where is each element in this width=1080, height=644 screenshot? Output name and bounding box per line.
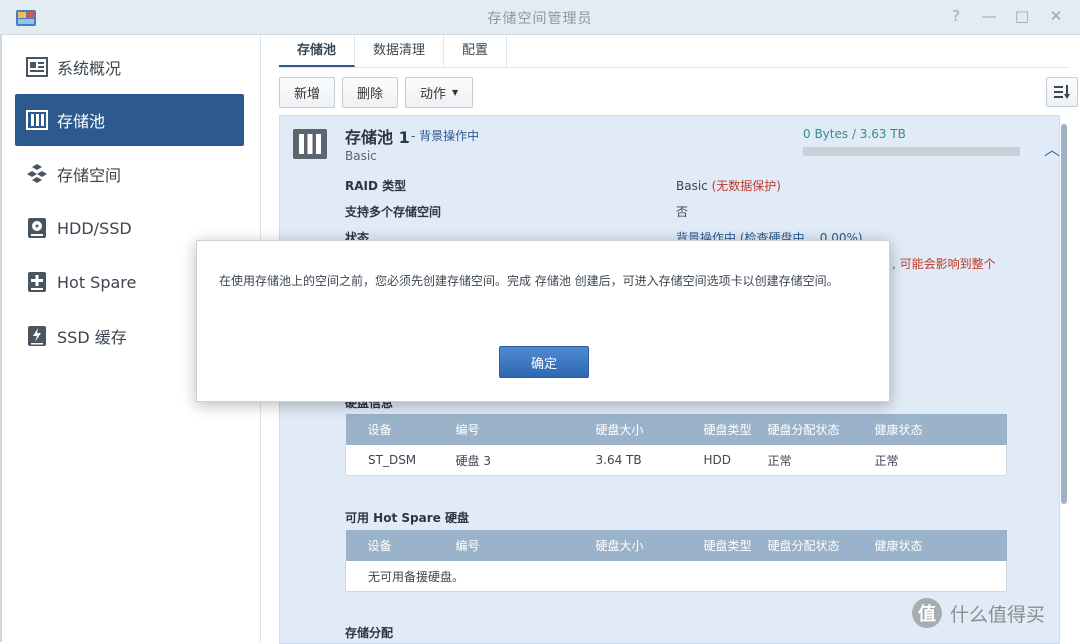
column-header: 健康状态 — [874, 414, 1007, 445]
column-header: 设备 — [345, 414, 456, 445]
help-icon[interactable]: ? — [947, 7, 965, 25]
pool-type: Basic — [345, 149, 377, 163]
usage-text: 0 Bytes / 3.63 TB — [803, 127, 906, 141]
column-header: 硬盘类型 — [703, 530, 768, 561]
table-cell: 正常 — [767, 445, 875, 476]
info-dialog: 在使用存储池上的空间之前，您必须先创建存储空间。完成 存储池 创建后，可进入存储… — [196, 240, 890, 402]
column-header: 编号 — [455, 414, 596, 445]
caret-down-icon: ▼ — [452, 88, 459, 97]
sidebar-edge — [0, 35, 2, 642]
raid-value: Basic — [676, 179, 708, 193]
watermark: 值 什么值得买 — [912, 598, 1045, 628]
hot-spare-table: 设备 编号 硬盘大小 硬盘类型 硬盘分配状态 健康状态 无可用备援硬盘。 — [345, 530, 1007, 592]
delete-button-label: 删除 — [357, 87, 384, 102]
sidebar-item-storage-pool[interactable]: 存储池 — [15, 94, 244, 146]
ssd-cache-icon — [25, 324, 49, 348]
empty-message: 无可用备援硬盘。 — [345, 561, 1007, 592]
column-header: 硬盘分配状态 — [767, 414, 875, 445]
sidebar-item-label: SSD 缓存 — [57, 328, 127, 347]
tab-data-scrubbing[interactable]: 数据清理 — [355, 35, 445, 67]
disk-info-table: 设备 编号 硬盘大小 硬盘类型 硬盘分配状态 健康状态 ST_DSM 硬盘 3 … — [345, 414, 1007, 476]
watermark-text: 什么值得买 — [950, 603, 1046, 626]
sidebar-item-label: 存储空间 — [57, 166, 122, 185]
create-button[interactable]: 新增 — [279, 77, 336, 108]
scrollbar[interactable] — [1061, 124, 1067, 504]
sort-button[interactable] — [1046, 77, 1078, 107]
tab-settings[interactable]: 配置 — [444, 35, 508, 67]
toolbar: 新增 删除 动作 ▼ — [279, 77, 474, 108]
column-header: 硬盘大小 — [595, 530, 704, 561]
prop-value-multi-volume: 否 — [676, 205, 689, 219]
pool-status: - 背景操作中 — [411, 129, 480, 143]
window-title: 存储空间管理员 — [487, 11, 593, 27]
prop-label-multi-volume: 支持多个存储空间 — [345, 205, 442, 219]
table-row[interactable]: ST_DSM 硬盘 3 3.64 TB HDD 正常 正常 — [345, 445, 1007, 476]
hdd-icon — [25, 216, 49, 240]
usage-bar — [803, 147, 1020, 156]
table-cell: 正常 — [874, 445, 1007, 476]
tab-storage-pool[interactable]: 存储池 — [279, 35, 356, 67]
pool-title: 存储池 1 — [345, 128, 410, 147]
sidebar-item-overview[interactable]: 系统概况 — [15, 41, 244, 93]
column-header: 设备 — [345, 530, 456, 561]
overview-icon — [25, 55, 49, 79]
action-button-label: 动作 — [420, 87, 447, 102]
column-header: 硬盘分配状态 — [767, 530, 875, 561]
table-cell: 3.64 TB — [595, 445, 704, 476]
storage-pool-icon — [293, 129, 327, 159]
allocation-title: 存储分配 — [345, 626, 394, 640]
delete-button[interactable]: 删除 — [342, 77, 399, 108]
prop-value-raid: Basic (无数据保护) — [676, 177, 781, 194]
table-header-row: 设备 编号 硬盘大小 硬盘类型 硬盘分配状态 健康状态 — [345, 530, 1007, 561]
hot-spare-icon — [25, 270, 49, 294]
sidebar-item-volume[interactable]: 存储空间 — [15, 148, 244, 200]
status-warning-text: , 可能会影响到整个 — [892, 257, 996, 271]
table-cell: ST_DSM — [345, 445, 456, 476]
prop-label-raid: RAID 类型 — [345, 179, 407, 193]
watermark-badge: 值 — [912, 598, 942, 628]
tab-bar: 存储池 数据清理 配置 — [279, 35, 1069, 68]
raid-warning: (无数据保护) — [711, 179, 781, 193]
sidebar-item-label: 存储池 — [57, 112, 106, 131]
table-cell: HDD — [703, 445, 768, 476]
column-header: 健康状态 — [874, 530, 1007, 561]
sidebar-item-label: HDD/SSD — [57, 218, 132, 238]
title-bar: 存储空间管理员 ? — □ ✕ — [0, 0, 1080, 35]
create-button-label: 新增 — [294, 87, 321, 102]
column-header: 编号 — [455, 530, 596, 561]
action-button[interactable]: 动作 ▼ — [405, 77, 474, 108]
minimize-icon[interactable]: — — [980, 7, 998, 25]
dialog-message: 在使用存储池上的空间之前，您必须先创建存储空间。完成 存储池 创建后，可进入存储… — [219, 274, 839, 288]
volume-icon — [25, 162, 49, 186]
close-icon[interactable]: ✕ — [1047, 7, 1065, 25]
column-header: 硬盘大小 — [595, 414, 704, 445]
ok-button-label: 确定 — [530, 356, 557, 372]
ok-button[interactable]: 确定 — [499, 346, 589, 378]
maximize-icon[interactable]: □ — [1013, 7, 1031, 25]
sidebar-item-label: 系统概况 — [57, 59, 122, 78]
storage-pool-icon — [25, 108, 49, 132]
sidebar-item-label: Hot Spare — [57, 272, 137, 292]
table-cell: 硬盘 3 — [455, 445, 596, 476]
table-row: 无可用备援硬盘。 — [345, 561, 1007, 592]
sort-icon — [1054, 85, 1070, 99]
column-header: 硬盘类型 — [703, 414, 768, 445]
hot-spare-title: 可用 Hot Spare 硬盘 — [345, 511, 469, 525]
table-header-row: 设备 编号 硬盘大小 硬盘类型 硬盘分配状态 健康状态 — [345, 414, 1007, 445]
collapse-icon[interactable]: ︿ — [1044, 136, 1060, 160]
